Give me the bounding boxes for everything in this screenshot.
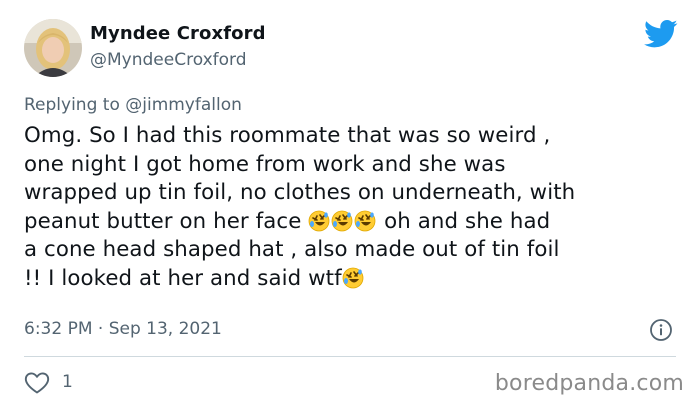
tweet-text-segment: peanut butter on her face <box>24 208 309 234</box>
info-icon[interactable] <box>649 318 673 342</box>
tweet-line: peanut butter on her face oh and she had <box>24 208 684 237</box>
tweet-line: !! I looked at her and said wtf <box>24 265 684 294</box>
tweet-text-segment: oh and she had <box>377 208 551 234</box>
tweet-line: one night I got home from work and she w… <box>24 151 506 177</box>
rolling-laughing-emoji-icon <box>354 210 376 232</box>
rolling-laughing-emoji-icon <box>342 267 364 289</box>
like-count: 1 <box>62 372 73 392</box>
tweet-line: Omg. So I had this roommate that was so … <box>24 123 551 148</box>
rolling-laughing-emoji-icon <box>331 210 353 232</box>
heart-icon[interactable] <box>24 371 50 395</box>
avatar[interactable] <box>24 19 82 77</box>
twitter-bird-icon[interactable] <box>644 19 678 49</box>
watermark: boredpanda.com <box>494 371 684 396</box>
tweet-line: wrapped up tin foil, no clothes on under… <box>24 180 576 206</box>
divider <box>24 356 676 357</box>
avatar-photo-icon <box>24 19 82 77</box>
display-name[interactable]: Myndee Croxford <box>90 23 266 44</box>
replying-to-text[interactable]: Replying to @jimmyfallon <box>24 95 242 115</box>
tweet-text-segment: !! I looked at her and said wtf <box>24 265 342 291</box>
tweet-timestamp[interactable]: 6:32 PM · Sep 13, 2021 <box>24 319 222 339</box>
user-handle[interactable]: @MyndeeCroxford <box>90 50 247 70</box>
tweet-line: a cone head shaped hat , also made out o… <box>24 237 560 263</box>
rolling-laughing-emoji-icon <box>308 210 330 232</box>
tweet-text: Omg. So I had this roommate that was so … <box>24 122 684 294</box>
